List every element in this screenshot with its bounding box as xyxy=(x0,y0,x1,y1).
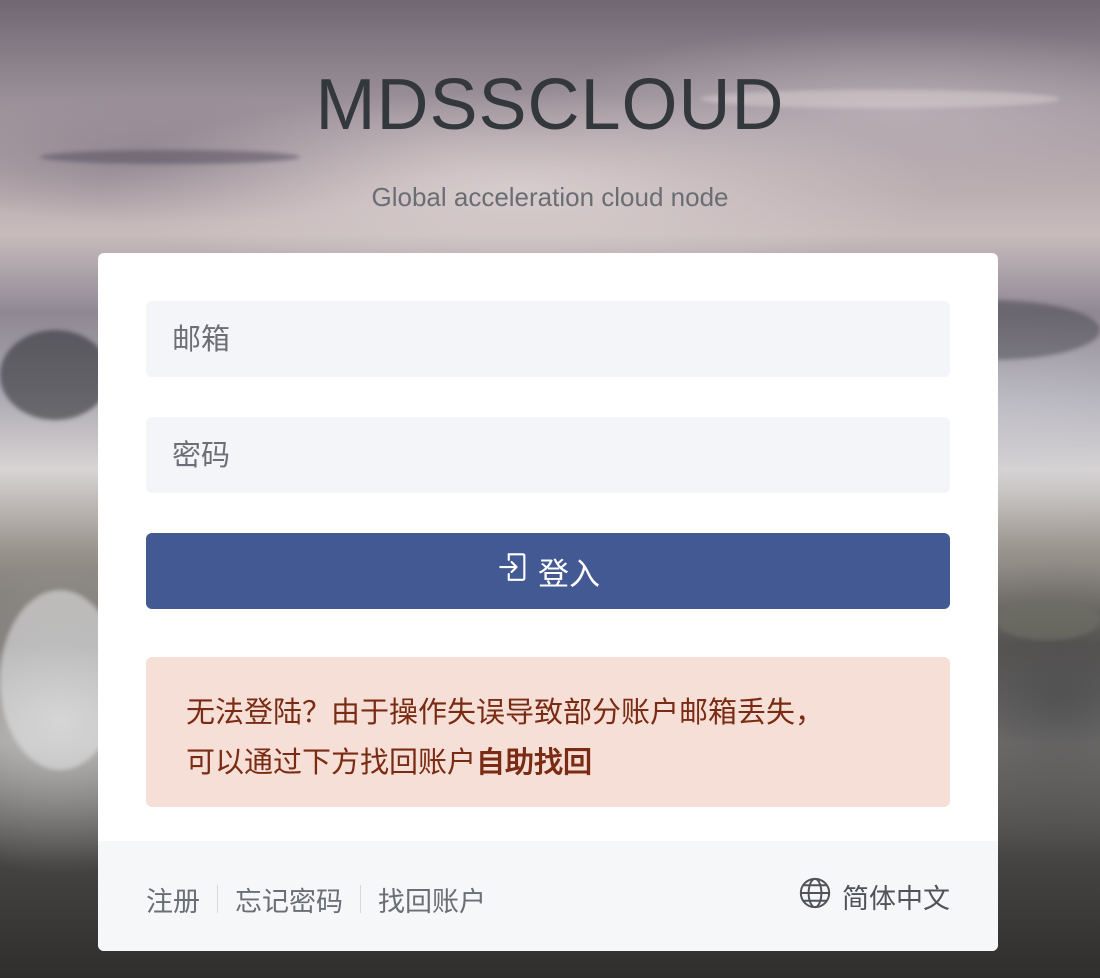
password-field[interactable] xyxy=(146,417,950,493)
divider xyxy=(360,885,361,913)
language-label: 简体中文 xyxy=(842,883,950,915)
footer-links: 注册 忘记密码 找回账户 xyxy=(146,880,486,919)
brand-tagline: Global acceleration cloud node xyxy=(371,182,729,212)
divider xyxy=(217,885,218,913)
account-recovery-notice: 无法登陆？由于操作失误导致部分账户邮箱丢失， 可以通过下方找回账户自助找回 xyxy=(146,657,950,807)
sign-in-icon xyxy=(496,550,530,592)
recover-account-link[interactable]: 找回账户 xyxy=(378,880,486,919)
notice-line-2: 可以通过下方找回账户自助找回 xyxy=(186,737,910,787)
forgot-password-link[interactable]: 忘记密码 xyxy=(235,880,343,919)
notice-line-1: 无法登陆？由于操作失误导致部分账户邮箱丢失， xyxy=(186,695,825,729)
login-button[interactable]: 登入 xyxy=(146,533,950,609)
language-selector[interactable]: 简体中文 xyxy=(798,877,950,915)
email-field[interactable] xyxy=(146,301,950,377)
login-button-label: 登入 xyxy=(538,556,600,593)
self-recovery-link[interactable]: 自助找回 xyxy=(476,745,592,779)
login-card: 登入 无法登陆？由于操作失误导致部分账户邮箱丢失， 可以通过下方找回账户自助找回… xyxy=(98,253,998,951)
notice-line-2-text: 可以通过下方找回账户 xyxy=(186,745,477,779)
globe-icon xyxy=(798,876,832,917)
register-link[interactable]: 注册 xyxy=(146,880,200,919)
card-footer: 注册 忘记密码 找回账户 简体中文 xyxy=(98,841,998,951)
brand-title: MDSSCLOUD xyxy=(315,65,785,145)
